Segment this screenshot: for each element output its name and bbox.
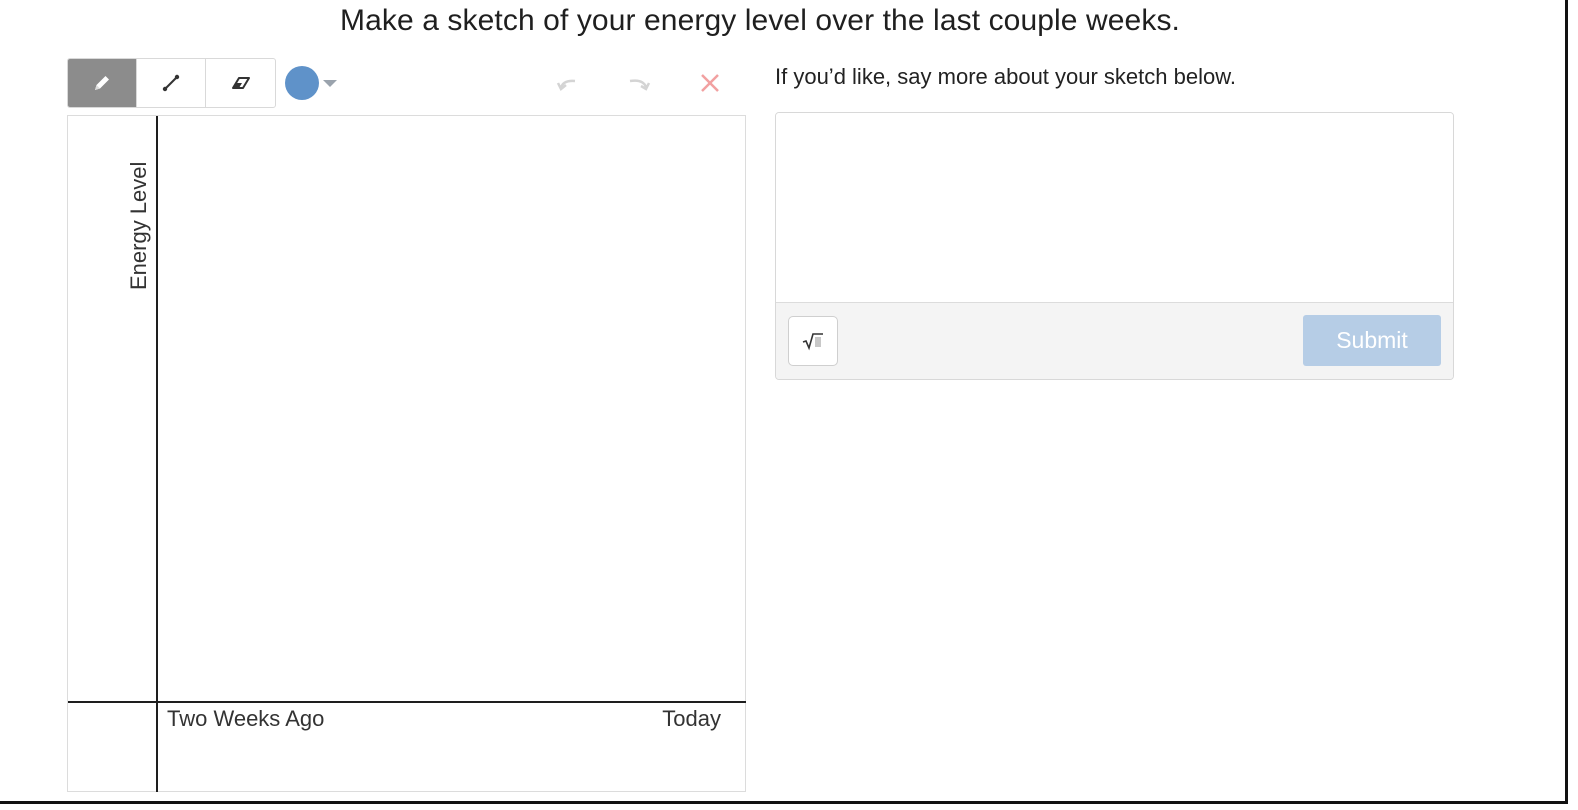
tool-group [67,58,276,108]
x-axis-line [68,701,746,703]
line-tool-button[interactable] [137,59,206,107]
pencil-tool-button[interactable] [68,59,137,107]
submit-button[interactable]: Submit [1303,315,1441,366]
response-box: Submit [775,112,1454,380]
redo-icon [629,79,651,91]
frame-border-bottom [0,801,1568,804]
sketch-canvas[interactable]: Energy Level Two Weeks Ago Today [67,115,746,792]
y-axis-line [156,116,158,792]
eraser-tool-button[interactable] [206,59,275,107]
math-input-button[interactable] [788,316,838,366]
undo-button[interactable] [552,66,586,100]
eraser-icon [231,77,250,89]
square-root-icon [802,333,823,351]
current-color-swatch [285,66,319,100]
x-axis-end-label: Today [662,706,721,731]
x-axis-start-label: Two Weeks Ago [167,706,325,731]
y-axis-label: Energy Level [126,161,151,290]
response-prompt-label: If you’d like, say more about your sketc… [775,64,1237,89]
redo-button[interactable] [622,66,656,100]
prompt-title: Make a sketch of your energy level over … [340,4,1180,37]
response-footer: Submit [776,303,1453,379]
response-input[interactable] [776,113,1453,303]
clear-icon [701,74,719,92]
chevron-down-icon [323,79,337,87]
pencil-icon [95,76,109,90]
undo-icon [556,79,576,91]
clear-button[interactable] [693,66,727,100]
frame-border-right [1565,0,1568,803]
color-picker[interactable] [285,63,349,103]
line-icon [162,74,180,92]
